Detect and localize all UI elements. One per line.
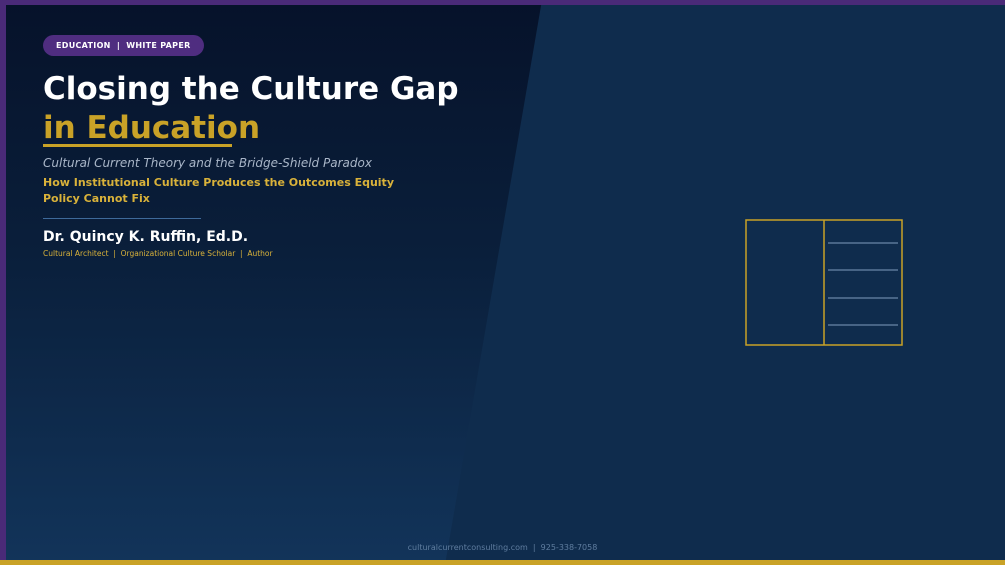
category-badge: EDUCATION | WHITE PAPER xyxy=(43,35,204,56)
author-name: Dr. Quincy K. Ruffin, Ed.D. xyxy=(43,229,249,245)
page-title-line1: Closing the Culture Gap xyxy=(43,71,459,107)
footer-contact: culturalcurrentconsulting.com | 925-338-… xyxy=(407,543,598,552)
left-accent-bar xyxy=(0,0,6,565)
section-divider xyxy=(43,218,201,219)
slide: EDUCATION | WHITE PAPER Closing the Cult… xyxy=(0,0,1005,565)
top-accent-bar xyxy=(0,0,1005,5)
subtitle: Cultural Current Theory and the Bridge-S… xyxy=(43,156,372,170)
document-outline-icon xyxy=(745,219,903,346)
title-underline xyxy=(43,144,232,147)
bottom-accent-bar xyxy=(0,560,1005,565)
author-roles: Cultural Architect | Organizational Cult… xyxy=(43,249,273,258)
tagline: How Institutional Culture Produces the O… xyxy=(43,176,394,205)
page-title-line2: in Education xyxy=(43,110,261,146)
